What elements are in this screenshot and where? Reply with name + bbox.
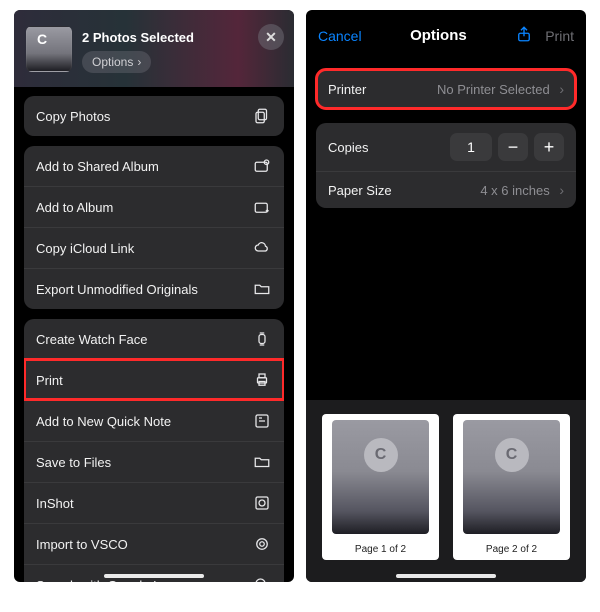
files-icon bbox=[252, 452, 272, 472]
chevron-right-icon: › bbox=[559, 182, 564, 198]
quick-note-icon bbox=[252, 411, 272, 431]
row-label: Import to VSCO bbox=[36, 537, 128, 552]
paper-value: 4 x 6 inches bbox=[480, 183, 549, 198]
home-indicator bbox=[104, 574, 204, 578]
page-previews: C Page 1 of 2 C Page 2 of 2 bbox=[306, 400, 586, 582]
paper-size-row[interactable]: Paper Size 4 x 6 inches › bbox=[316, 171, 576, 208]
shared-album-icon bbox=[252, 156, 272, 176]
copies-label: Copies bbox=[328, 140, 368, 155]
row-label: Copy Photos bbox=[36, 109, 110, 124]
share-sheet-screen: 2 Photos Selected Options › ✕ Copy Photo… bbox=[14, 10, 294, 582]
vsco-row[interactable]: Import to VSCO bbox=[24, 523, 284, 564]
copy-icloud-link-row[interactable]: Copy iCloud Link bbox=[24, 227, 284, 268]
row-label: Add to New Quick Note bbox=[36, 414, 171, 429]
copies-value: 1 bbox=[450, 133, 492, 161]
paper-label: Paper Size bbox=[328, 183, 392, 198]
export-originals-row[interactable]: Export Unmodified Originals bbox=[24, 268, 284, 309]
inshot-icon bbox=[252, 493, 272, 513]
share-header: 2 Photos Selected Options › ✕ bbox=[14, 10, 294, 87]
search-icon bbox=[252, 575, 272, 582]
vsco-icon bbox=[252, 534, 272, 554]
action-group: Add to Shared Album Add to Album Copy iC… bbox=[24, 146, 284, 309]
copy-photos-icon bbox=[252, 106, 272, 126]
print-icon bbox=[252, 370, 272, 390]
close-button[interactable]: ✕ bbox=[258, 24, 284, 50]
row-label: Export Unmodified Originals bbox=[36, 282, 198, 297]
folder-icon bbox=[252, 279, 272, 299]
copies-row: Copies 1 − + bbox=[316, 123, 576, 171]
printer-value: No Printer Selected bbox=[437, 82, 550, 97]
page-caption: Page 2 of 2 bbox=[453, 539, 570, 560]
action-group: Create Watch Face Print Add to New Quick… bbox=[24, 319, 284, 582]
chevron-right-icon: › bbox=[559, 81, 564, 97]
watch-face-row[interactable]: Create Watch Face bbox=[24, 319, 284, 359]
chevron-right-icon: › bbox=[137, 55, 141, 69]
options-pill[interactable]: Options › bbox=[82, 51, 151, 73]
add-shared-album-row[interactable]: Add to Shared Album bbox=[24, 146, 284, 186]
save-files-row[interactable]: Save to Files bbox=[24, 441, 284, 482]
print-row[interactable]: Print bbox=[24, 359, 284, 400]
row-label: Save to Files bbox=[36, 455, 111, 470]
row-label: Add to Album bbox=[36, 200, 113, 215]
row-label: Create Watch Face bbox=[36, 332, 148, 347]
cancel-button[interactable]: Cancel bbox=[318, 28, 362, 44]
add-album-row[interactable]: Add to Album bbox=[24, 186, 284, 227]
row-label: Add to Shared Album bbox=[36, 159, 159, 174]
row-label: Search with Google Lens bbox=[36, 578, 181, 583]
thumbnail-glyph: C bbox=[364, 438, 398, 472]
printer-row[interactable]: Printer No Printer Selected › bbox=[316, 69, 576, 109]
page-preview[interactable]: C Page 1 of 2 bbox=[322, 414, 439, 560]
share-icon[interactable] bbox=[515, 24, 533, 47]
selection-title: 2 Photos Selected bbox=[82, 30, 194, 45]
copies-increment[interactable]: + bbox=[534, 133, 564, 161]
close-icon: ✕ bbox=[265, 29, 277, 46]
row-label: Print bbox=[36, 373, 63, 388]
printer-label: Printer bbox=[328, 82, 366, 97]
copy-photos-row[interactable]: Copy Photos bbox=[24, 96, 284, 136]
home-indicator bbox=[396, 574, 496, 578]
thumbnail-glyph: C bbox=[495, 438, 529, 472]
inshot-row[interactable]: InShot bbox=[24, 482, 284, 523]
watch-icon bbox=[252, 329, 272, 349]
page-caption: Page 1 of 2 bbox=[322, 539, 439, 560]
row-label: InShot bbox=[36, 496, 74, 511]
icloud-link-icon bbox=[252, 238, 272, 258]
page-title: Options bbox=[410, 27, 467, 44]
page-preview[interactable]: C Page 2 of 2 bbox=[453, 414, 570, 560]
print-options-screen: Cancel Options Print Printer No Printer … bbox=[306, 10, 586, 582]
row-label: Copy iCloud Link bbox=[36, 241, 134, 256]
options-label: Options bbox=[92, 55, 133, 69]
quick-note-row[interactable]: Add to New Quick Note bbox=[24, 400, 284, 441]
print-settings-group: Copies 1 − + Paper Size 4 x 6 inches › bbox=[316, 123, 576, 208]
print-button[interactable]: Print bbox=[545, 28, 574, 44]
nav-bar: Cancel Options Print bbox=[306, 10, 586, 57]
album-add-icon bbox=[252, 197, 272, 217]
google-lens-row[interactable]: Search with Google Lens bbox=[24, 564, 284, 582]
action-group: Copy Photos bbox=[24, 96, 284, 136]
copies-decrement[interactable]: − bbox=[498, 133, 528, 161]
selection-thumbnail bbox=[26, 26, 72, 72]
